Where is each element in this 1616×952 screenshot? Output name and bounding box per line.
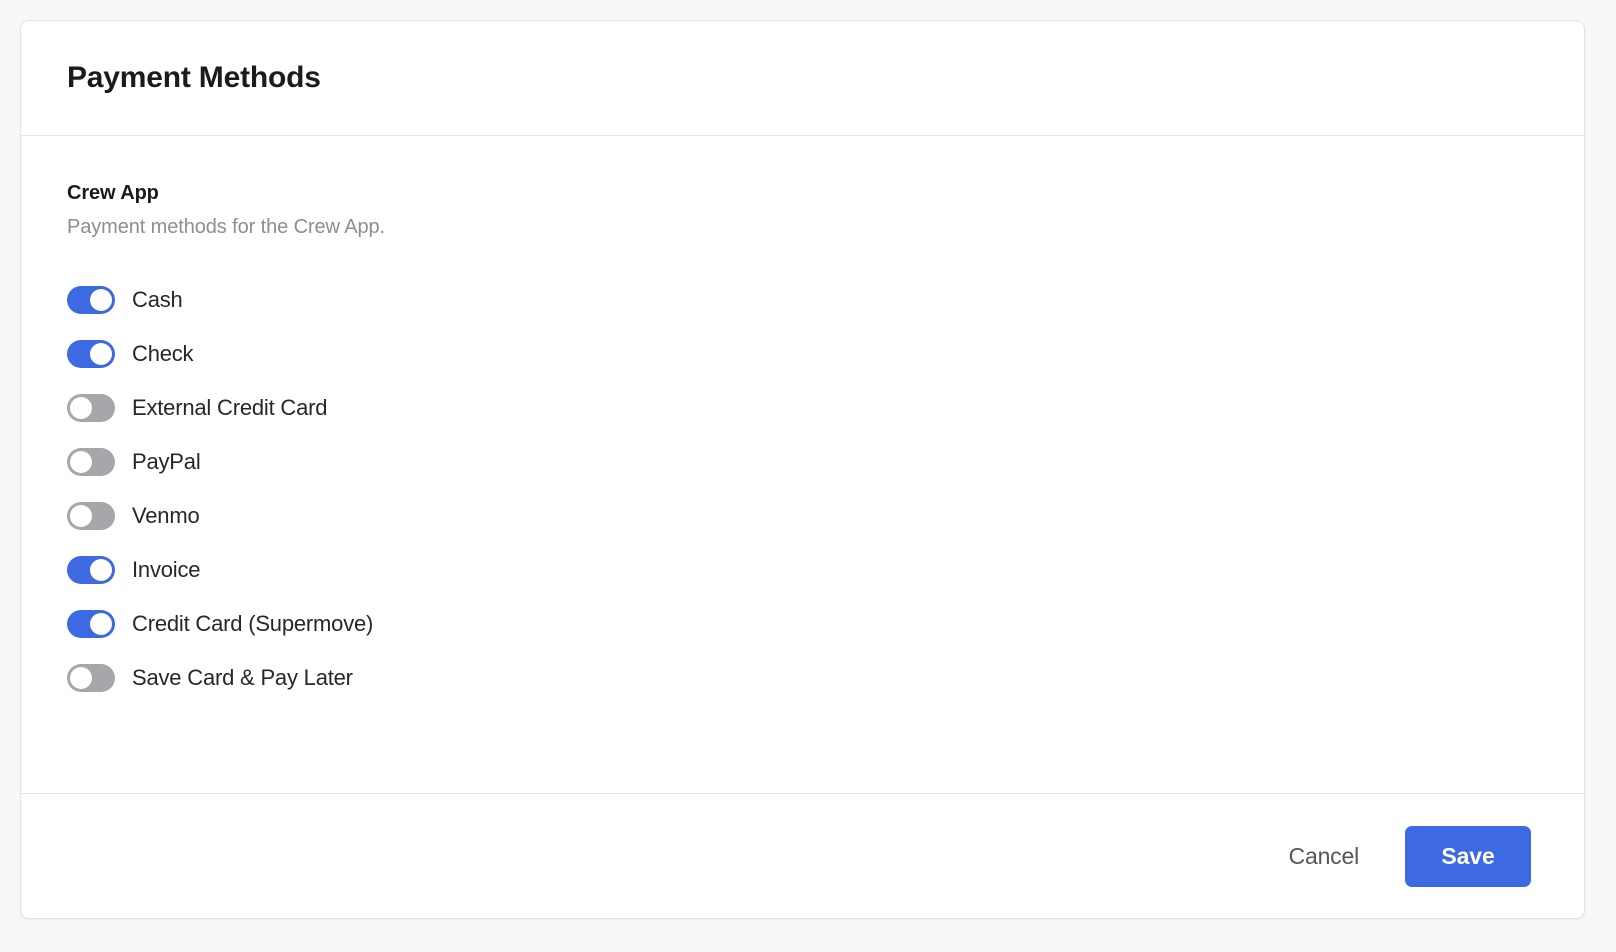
save-button-container: Save [1405,825,1531,887]
toggle-switch-on[interactable] [67,340,115,368]
toggle-knob-icon [70,451,92,473]
toggle-knob-icon [90,559,112,581]
card-footer: Cancel Save [21,793,1584,918]
toggle-switch-off[interactable] [67,448,115,476]
page-title: Payment Methods [67,61,321,94]
toggle-switch-on[interactable] [67,286,115,314]
payment-method-row[interactable]: Check [67,327,1538,381]
toggle-switch-off[interactable] [67,394,115,422]
app-screen: Payment Methods Crew App Payment methods… [0,0,1616,952]
payment-methods-card: Payment Methods Crew App Payment methods… [20,20,1585,919]
payment-method-row[interactable]: Invoice [67,543,1538,597]
card-header: Payment Methods [21,21,1584,136]
card-body: Crew App Payment methods for the Crew Ap… [21,136,1584,794]
payment-method-label: Credit Card (Supermove) [132,611,374,636]
payment-method-row[interactable]: Cash [67,273,1538,327]
payment-method-row[interactable]: Venmo [67,489,1538,543]
payment-method-label: External Credit Card [132,395,328,420]
payment-method-label: Check [132,341,194,366]
toggle-knob-icon [70,505,92,527]
toggle-switch-off[interactable] [67,502,115,530]
payment-method-label: Save Card & Pay Later [132,665,353,690]
payment-method-label: Venmo [132,503,200,528]
toggle-switch-on[interactable] [67,556,115,584]
save-button[interactable]: Save [1405,825,1531,887]
toggle-knob-icon [90,343,112,365]
toggle-knob-icon [90,289,112,311]
payment-methods-list: Cash Check External Credit Card PayPal Venmo… [67,273,1538,705]
payment-method-row[interactable]: PayPal [67,435,1538,489]
payment-method-row[interactable]: External Credit Card [67,381,1538,435]
payment-method-label: Invoice [132,557,201,582]
section-subtitle-crew-app: Payment methods for the Crew App. [67,216,385,238]
toggle-knob-icon [90,613,112,635]
payment-method-row[interactable]: Save Card & Pay Later [67,651,1538,705]
payment-method-label: PayPal [132,449,201,474]
cancel-button[interactable]: Cancel [1271,831,1377,882]
section-title-crew-app: Crew App [67,182,159,204]
toggle-knob-icon [70,667,92,689]
payment-method-row[interactable]: Credit Card (Supermove) [67,597,1538,651]
toggle-switch-off[interactable] [67,664,115,692]
payment-method-label: Cash [132,287,183,312]
toggle-knob-icon [70,397,92,419]
toggle-switch-on[interactable] [67,610,115,638]
